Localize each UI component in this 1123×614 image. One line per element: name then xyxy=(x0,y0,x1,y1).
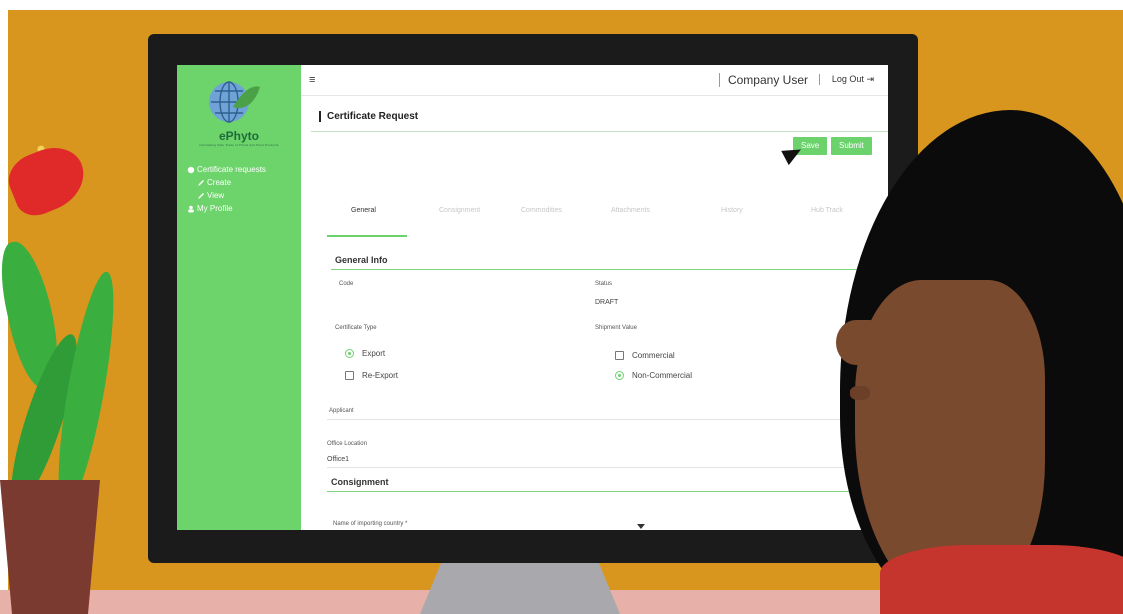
tab-attachments[interactable]: Attachments xyxy=(611,207,650,214)
submit-button[interactable]: Submit xyxy=(831,137,872,155)
plant-pot xyxy=(0,480,100,614)
office-location-select[interactable]: Office1 xyxy=(327,456,349,463)
user-menu[interactable]: Company User xyxy=(718,73,808,87)
code-label: Code xyxy=(339,281,354,287)
certificate-type-export-option[interactable]: Export xyxy=(345,349,385,358)
illustration-scene: ePhyto Facilitating Safe Trade of Plants… xyxy=(0,0,1123,614)
shipment-value-label: Shipment Value xyxy=(595,325,637,331)
logout-button[interactable]: Log Out ⇥ xyxy=(818,74,874,85)
certificate-type-label: Certificate Type xyxy=(335,325,377,331)
section-consignment: Consignment xyxy=(331,477,389,487)
option-label: Commercial xyxy=(632,351,675,360)
sidebar-nav: Certificate requests Create View My Prof… xyxy=(185,163,301,215)
logout-label: Log Out xyxy=(831,74,864,84)
office-location-label: Office Location xyxy=(327,441,367,447)
sidebar-item-label: My Profile xyxy=(197,204,233,213)
section-divider xyxy=(331,269,864,270)
top-bar: ≡ Company User Log Out ⇥ xyxy=(301,65,888,96)
title-divider xyxy=(311,131,888,132)
section-general-info: General Info xyxy=(335,255,388,265)
sidebar-item-label: Certificate requests xyxy=(197,165,266,174)
tab-commodities[interactable]: Commodities xyxy=(521,207,562,214)
certificate-type-reexport-option[interactable]: Re-Export xyxy=(345,371,398,380)
radio-selected-icon xyxy=(615,371,624,380)
applicant-field-label: Applicant xyxy=(329,408,354,414)
status-value: DRAFT xyxy=(595,299,619,306)
shipment-value-noncommercial-option[interactable]: Non-Commercial xyxy=(615,371,692,380)
option-label: Export xyxy=(362,349,386,358)
pencil-icon xyxy=(195,192,207,200)
user-icon xyxy=(185,205,197,213)
section-divider xyxy=(327,491,865,492)
applicant-field-underline[interactable] xyxy=(327,419,865,420)
person-nose xyxy=(836,320,876,365)
sidebar-item-certificate-requests[interactable]: Certificate requests xyxy=(185,163,301,176)
monitor-stand xyxy=(420,556,620,614)
hamburger-icon[interactable]: ≡ xyxy=(309,74,315,86)
page-title: Certificate Request xyxy=(319,111,418,122)
globe-icon xyxy=(185,166,197,174)
sidebar-item-label: Create xyxy=(207,178,232,187)
sidebar-item-my-profile[interactable]: My Profile xyxy=(185,202,301,215)
main-content: Certificate Request Save Submit General … xyxy=(311,101,888,530)
form-tabs: General Consignment Commodities Attachme… xyxy=(321,207,888,221)
brand-tagline: Facilitating Safe Trade of Plants and Pl… xyxy=(199,143,279,147)
app-screen: ePhyto Facilitating Safe Trade of Plants… xyxy=(177,65,888,530)
status-label: Status xyxy=(595,281,613,287)
sidebar-item-create[interactable]: Create xyxy=(185,176,301,189)
active-tab-indicator xyxy=(327,235,407,237)
option-label: Non-Commercial xyxy=(632,371,693,380)
ephyto-logo-globe-icon xyxy=(209,81,260,123)
importing-country-chevron-down-icon[interactable] xyxy=(637,524,645,529)
option-label: Re-Export xyxy=(362,371,399,380)
radio-unselected-icon xyxy=(615,351,624,360)
tab-general[interactable]: General xyxy=(351,207,376,214)
importing-country-label[interactable]: Name of importing country * xyxy=(333,521,407,527)
tab-history[interactable]: History xyxy=(721,207,743,214)
person-shirt xyxy=(880,545,1123,614)
radio-selected-icon xyxy=(345,349,354,358)
radio-unselected-icon xyxy=(345,371,354,380)
logout-icon: ⇥ xyxy=(866,74,874,84)
office-location-underline xyxy=(327,467,865,468)
tab-consignment[interactable]: Consignment xyxy=(439,207,480,214)
brand-name: ePhyto xyxy=(218,129,259,143)
sidebar-item-label: View xyxy=(207,191,225,200)
pencil-icon xyxy=(195,179,207,187)
sidebar: ePhyto Facilitating Safe Trade of Plants… xyxy=(177,65,301,530)
tab-hub-track[interactable]: Hub Track xyxy=(811,207,843,214)
shipment-value-commercial-option[interactable]: Commercial xyxy=(615,351,675,360)
sidebar-item-view[interactable]: View xyxy=(185,189,301,202)
person-lips xyxy=(850,386,870,400)
